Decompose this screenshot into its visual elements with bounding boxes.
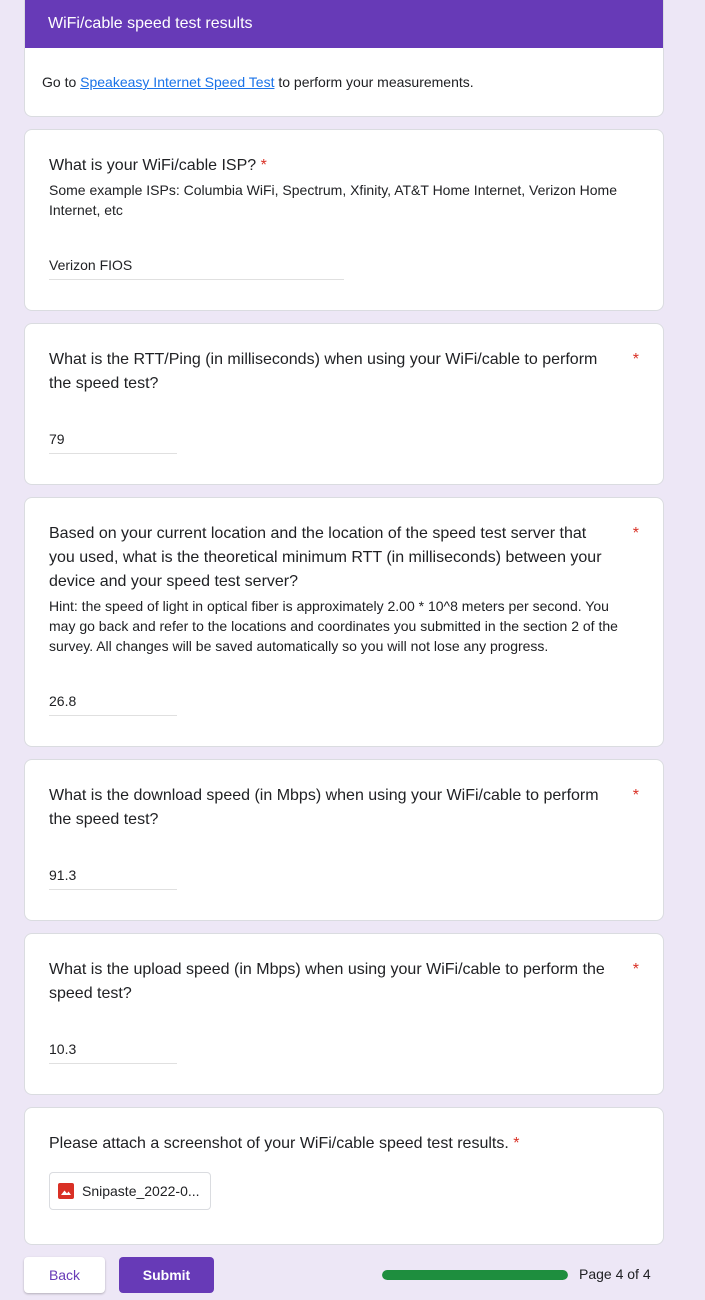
required-asterisk: * <box>632 525 639 542</box>
progress-bar-fill <box>382 1270 568 1280</box>
required-asterisk: * <box>632 961 639 978</box>
section-card: WiFi/cable speed test results Go to Spea… <box>24 0 664 117</box>
section-desc-prefix: Go to <box>42 74 81 90</box>
question-card-download: What is the download speed (in Mbps) whe… <box>24 759 664 921</box>
download-answer-input[interactable]: 91.3 <box>49 867 177 890</box>
required-asterisk: * <box>632 351 639 368</box>
back-button[interactable]: Back <box>24 1257 105 1293</box>
page-indicator: Page 4 of 4 <box>579 1266 651 1282</box>
question-card-upload: What is the upload speed (in Mbps) when … <box>24 933 664 1095</box>
question-card-screenshot: Please attach a screenshot of your WiFi/… <box>24 1107 664 1245</box>
question-title: Please attach a screenshot of your WiFi/… <box>49 1132 639 1156</box>
progress-bar <box>382 1270 568 1280</box>
rtt-answer-input[interactable]: 79 <box>49 431 177 454</box>
question-card-min-rtt: Based on your current location and the l… <box>24 497 664 747</box>
question-title: What is your WiFi/cable ISP? * <box>49 154 639 178</box>
upload-answer-input[interactable]: 10.3 <box>49 1041 177 1064</box>
question-title: What is the RTT/Ping (in milliseconds) w… <box>49 348 639 396</box>
required-asterisk: * <box>513 1135 520 1152</box>
section-title: WiFi/cable speed test results <box>25 0 663 48</box>
section-desc-suffix: to perform your measurements. <box>274 74 474 90</box>
speed-test-link[interactable]: Speakeasy Internet Speed Test <box>80 74 274 90</box>
question-text: What is the RTT/Ping (in milliseconds) w… <box>49 351 598 392</box>
question-text: What is the download speed (in Mbps) whe… <box>49 787 599 828</box>
section-description: Go to Speakeasy Internet Speed Test to p… <box>25 48 663 92</box>
question-text: What is your WiFi/cable ISP? <box>49 157 257 174</box>
file-name: Snipaste_2022-0... <box>82 1183 200 1199</box>
required-asterisk: * <box>632 787 639 804</box>
question-title: Based on your current location and the l… <box>49 522 639 594</box>
question-title: What is the download speed (in Mbps) whe… <box>49 784 639 832</box>
form-page: WiFi/cable speed test results Go to Spea… <box>0 0 705 1300</box>
min-rtt-answer-input[interactable]: 26.8 <box>49 693 177 716</box>
question-help: Some example ISPs: Columbia WiFi, Spectr… <box>49 182 617 218</box>
question-title: What is the upload speed (in Mbps) when … <box>49 958 639 1006</box>
question-card-rtt: What is the RTT/Ping (in milliseconds) w… <box>24 323 664 485</box>
question-text: What is the upload speed (in Mbps) when … <box>49 961 605 1002</box>
question-help: Hint: the speed of light in optical fibe… <box>49 598 618 654</box>
isp-answer-input[interactable]: Verizon FIOS <box>49 257 344 280</box>
required-asterisk: * <box>260 157 267 174</box>
submit-button[interactable]: Submit <box>119 1257 214 1293</box>
image-icon <box>58 1183 74 1199</box>
uploaded-file-chip[interactable]: Snipaste_2022-0... <box>49 1172 211 1210</box>
question-text: Please attach a screenshot of your WiFi/… <box>49 1135 509 1152</box>
question-card-isp: What is your WiFi/cable ISP? * Some exam… <box>24 129 664 311</box>
question-text: Based on your current location and the l… <box>49 525 602 590</box>
